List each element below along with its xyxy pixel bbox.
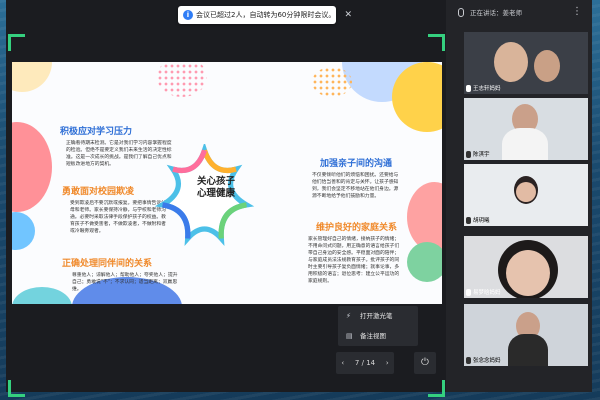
participant-video-tile[interactable]: 胡玥曦 xyxy=(464,164,588,226)
center-title: 关心孩子 心理健康 xyxy=(196,176,236,200)
share-frame-corner xyxy=(428,380,445,397)
video-feed xyxy=(516,182,536,202)
participant-name: 易梦晗妈妈 xyxy=(473,290,501,296)
participant-name: 陈淇宇 xyxy=(473,152,490,158)
participants-panel: 正在讲话：姜老师 ⋮ 王志轩妈妈 陈淇宇 胡玥曦 易梦晗妈妈 张念念妈妈 xyxy=(446,0,592,392)
video-feed xyxy=(534,50,560,82)
shared-slide: 积极应对学习压力 正确看待期末检测。它是对我们学习内容掌握程度的检验。但绝不是要… xyxy=(12,62,442,304)
decor-shape xyxy=(12,122,52,212)
slide-section-title: 积极应对学习压力 xyxy=(60,127,133,137)
participant-name: 王志轩妈妈 xyxy=(473,86,501,92)
speaker-name: 姜老师 xyxy=(502,9,523,17)
info-icon: i xyxy=(183,10,193,20)
speaking-indicator: 正在讲话：姜老师 ⋮ xyxy=(446,0,592,26)
share-frame-corner xyxy=(428,34,445,51)
laser-pointer-icon: ⚡ xyxy=(346,312,351,320)
mic-icon xyxy=(466,288,471,296)
slide-section-body: 不仅要倾听他们的烦恼和困扰。还要给与他们恰当善和的肯定与关怀。让孩子感知到，我们… xyxy=(312,173,399,199)
decor-shape xyxy=(312,67,352,97)
slide-section-title: 维护良好的家庭关系 xyxy=(316,223,398,233)
participant-video-tile[interactable]: 陈淇宇 xyxy=(464,98,588,160)
participant-name: 张念念妈妈 xyxy=(473,358,501,364)
slide-section-title: 正确处理同伴间的关系 xyxy=(62,259,153,269)
mic-icon xyxy=(466,356,471,364)
close-icon[interactable]: ✕ xyxy=(344,6,352,24)
share-frame-corner xyxy=(8,380,25,397)
mic-icon xyxy=(466,84,471,92)
laser-pointer-button[interactable]: ⚡ 打开激光笔 xyxy=(338,306,418,326)
meeting-notice-toast: i 会议已超过2人，自动转为60分钟限时会议。 ✕ xyxy=(178,6,352,24)
participant-label: 王志轩妈妈 xyxy=(466,84,501,92)
speaking-label: 正在讲话： xyxy=(470,9,503,17)
next-slide-button[interactable]: › xyxy=(386,359,389,367)
participant-label: 易梦晗妈妈 xyxy=(466,288,501,296)
slide-section-body: 家长管理好自己的情绪，接纳孩子的情绪；不用命问式问题，用正确意的语言给孩子们带自… xyxy=(308,237,400,284)
participant-label: 张念念妈妈 xyxy=(466,356,501,364)
participant-label: 胡玥曦 xyxy=(466,216,490,224)
presenter-menu: ⚡ 打开激光笔 ▤ 备注视图 xyxy=(338,306,418,346)
decor-shape xyxy=(12,62,52,92)
video-feed xyxy=(494,42,528,82)
participant-label: 陈淇宇 xyxy=(466,150,490,158)
notes-view-button[interactable]: ▤ 备注视图 xyxy=(338,326,418,346)
power-icon: ⏻ xyxy=(421,357,429,368)
page-separator: / xyxy=(361,359,364,367)
video-feed xyxy=(506,250,550,296)
video-feed xyxy=(502,128,548,160)
decor-shape xyxy=(407,242,442,282)
total-pages: 14 xyxy=(366,359,376,367)
slide-section-title: 勇敢面对校园欺凌 xyxy=(62,187,135,197)
participant-name: 胡玥曦 xyxy=(473,218,490,224)
notes-icon: ▤ xyxy=(346,332,353,340)
more-options-icon[interactable]: ⋮ xyxy=(572,6,582,17)
video-feed xyxy=(508,334,548,366)
page-indicator: 7 / 14 xyxy=(355,359,375,367)
microphone-icon xyxy=(458,8,464,17)
decor-shape xyxy=(157,62,207,97)
center-title-line2: 心理健康 xyxy=(196,188,235,199)
slide-section-title: 加强亲子间的沟通 xyxy=(320,159,393,169)
prev-slide-button[interactable]: ‹ xyxy=(341,359,344,367)
participant-video-tile[interactable]: 王志轩妈妈 xyxy=(464,32,588,94)
notes-view-label: 备注视图 xyxy=(360,332,386,340)
slide-pager: ‹ 7 / 14 › xyxy=(336,352,394,374)
decor-shape xyxy=(12,287,72,304)
participant-video-tile[interactable]: 张念念妈妈 xyxy=(464,304,588,366)
participant-video-tile[interactable]: 易梦晗妈妈 xyxy=(464,236,588,298)
decor-shape xyxy=(12,212,35,250)
stop-sharing-button[interactable]: ⏻ xyxy=(414,352,436,374)
mic-icon xyxy=(466,150,471,158)
notice-text: 会议已超过2人，自动转为60分钟限时会议。 xyxy=(196,11,336,19)
laser-pointer-label: 打开激光笔 xyxy=(360,312,393,320)
slide-section-body: 尊重他人；谅解他人；帮助他人；夸奖他人；提升自己；勇敢说"不"；不求认同；适当距… xyxy=(72,273,178,292)
mic-icon xyxy=(466,216,471,224)
share-frame-corner xyxy=(8,34,25,51)
center-title-line1: 关心孩子 xyxy=(196,176,235,187)
current-page: 7 xyxy=(354,359,360,367)
